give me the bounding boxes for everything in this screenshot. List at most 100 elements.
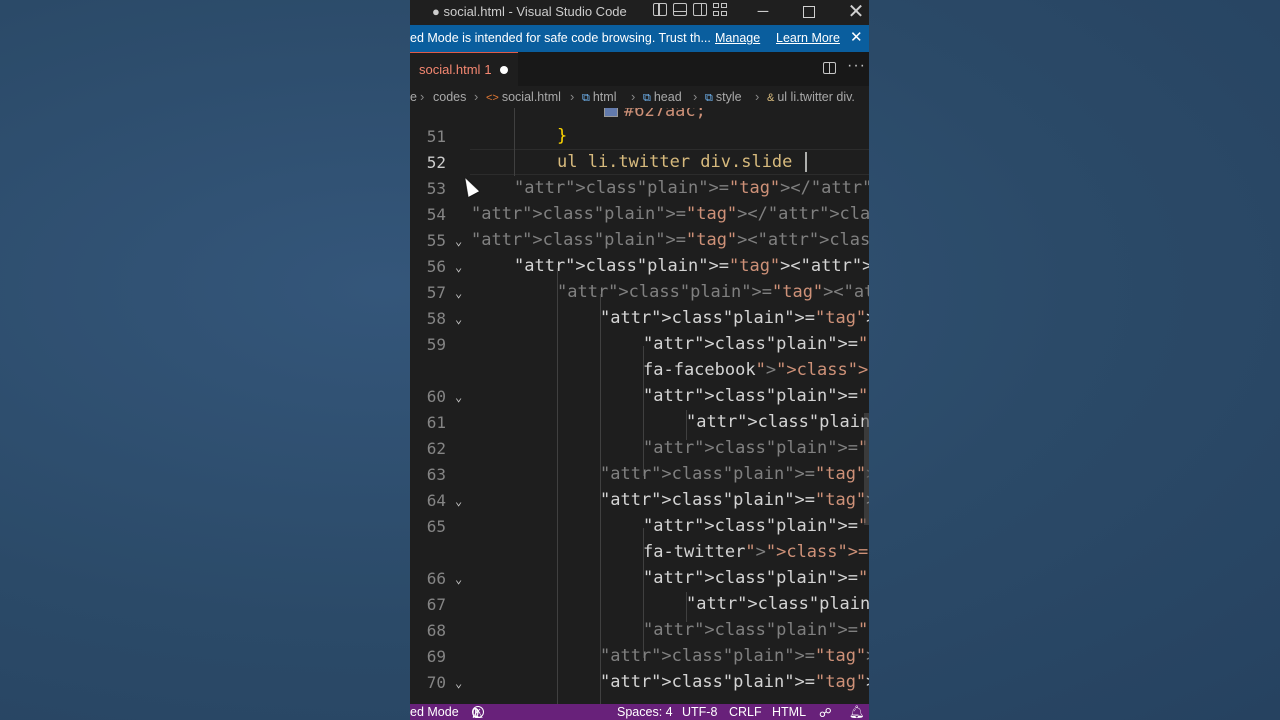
window-title: ● social.html - Visual Studio Code	[432, 4, 627, 19]
breadcrumb-head[interactable]: ⧉ head	[643, 90, 682, 105]
code-line: "attr">class"plain">="tag"></"attr">clas…	[643, 620, 869, 640]
line-number: 63	[426, 465, 446, 484]
code-line: "attr">class"plain">="tag"><"attr">class…	[600, 490, 869, 510]
code-line: "attr">class"plain">="tag"></"attr">clas…	[600, 646, 869, 666]
code-line: "attr">class"plain">="tag"><"attr">class…	[643, 334, 869, 354]
line-number: 53	[426, 179, 446, 198]
maximize-button[interactable]	[786, 0, 832, 25]
code-line: #627aac;	[604, 108, 706, 121]
banner-message: ed Mode is intended for safe code browsi…	[410, 31, 711, 45]
close-icon: ✕	[847, 1, 865, 23]
chevron-right-icon: ›	[474, 89, 479, 104]
line-number: 59	[426, 335, 446, 354]
chevron-down-icon[interactable]: ⌄	[455, 260, 462, 274]
selector-icon: &	[767, 92, 775, 104]
encoding-indicator[interactable]: UTF-8	[682, 705, 717, 719]
code-line: "attr">class"plain">="tag"><"attr">class…	[557, 282, 869, 302]
breadcrumb-folder-root[interactable]: e	[410, 90, 417, 104]
editor-tabs: › social.html1 ···	[410, 52, 869, 87]
code-line: }	[557, 126, 568, 146]
breadcrumb-folder-codes[interactable]: codes	[433, 90, 466, 104]
chevron-down-icon[interactable]: ⌄	[455, 676, 462, 690]
close-window-button[interactable]: ✕	[833, 0, 869, 25]
line-number: 65	[426, 517, 446, 536]
maximize-icon	[803, 6, 815, 19]
chevron-down-icon[interactable]: ⌄	[455, 312, 462, 326]
line-number: 69	[426, 647, 446, 666]
feedback-icon[interactable]: ☍	[819, 705, 832, 720]
more-actions-icon[interactable]: ···	[847, 57, 866, 75]
line-number: 56	[426, 257, 446, 276]
layout-sidebar-icon[interactable]	[653, 3, 667, 16]
code-line-active: ul li.twitter div.slide	[557, 152, 793, 172]
code-line: "attr">class"plain">="tag"><"attr">class…	[600, 308, 869, 328]
code-line: "attr">class"plain">="tag"><"attr">class…	[643, 568, 869, 588]
code-editor[interactable]: #627aac; 51 } 52 ul li.twitter div.slide…	[410, 108, 869, 704]
code-line: "attr">class"plain">="tag"><"attr">class…	[471, 230, 869, 250]
tab-label: social.html	[419, 62, 481, 77]
breadcrumb: e › codes › <> social.html › ⧉ html › ⧉ hea…	[410, 86, 869, 108]
line-number: 55	[426, 231, 446, 250]
eol-indicator[interactable]: CRLF	[729, 705, 762, 719]
element-icon: ⧉	[705, 92, 713, 104]
learn-more-link[interactable]: Learn More	[776, 31, 840, 45]
line-number: 70	[426, 673, 446, 692]
restricted-mode-indicator[interactable]: ed Mode	[410, 705, 459, 719]
code-line: "attr">class"plain">="tag"><"attr">class…	[643, 516, 869, 536]
customize-layout-icon[interactable]	[713, 3, 727, 16]
minimize-button[interactable]: ─	[740, 0, 786, 25]
chevron-right-icon: ›	[693, 89, 698, 104]
element-icon: ⧉	[643, 92, 651, 104]
code-line: "attr">class"plain">="tag"><"attr">class…	[686, 594, 869, 614]
line-number: 58	[426, 309, 446, 328]
layout-controls	[653, 3, 727, 16]
chevron-right-icon: ›	[631, 89, 636, 104]
restricted-mode-banner: ed Mode is intended for safe code browsi…	[410, 25, 869, 52]
status-bar: ed Mode ✕ 1 ⚠ 0 Spaces: 4 UTF-8 CRLF HTM…	[410, 704, 869, 720]
vscode-window: ● social.html - Visual Studio Code ─ ✕ e…	[410, 0, 869, 720]
chevron-down-icon[interactable]: ⌄	[455, 494, 462, 508]
breadcrumb-selector[interactable]: & ul li.twitter div.	[767, 90, 855, 104]
chevron-down-icon[interactable]: ⌄	[455, 572, 462, 586]
breadcrumb-html[interactable]: ⧉ html	[582, 90, 616, 105]
layout-panel-icon[interactable]	[673, 3, 687, 16]
element-icon: ⧉	[582, 92, 590, 104]
chevron-down-icon[interactable]: ⌄	[455, 286, 462, 300]
banner-close-icon[interactable]: ✕	[850, 28, 863, 46]
line-number: 68	[426, 621, 446, 640]
indentation-indicator[interactable]: Spaces: 4	[617, 705, 673, 719]
bell-icon[interactable]: 🔔︎	[849, 705, 865, 720]
chevron-down-icon[interactable]: ⌄	[455, 234, 462, 248]
line-number: 66	[426, 569, 446, 588]
unsaved-dot-icon[interactable]	[500, 66, 508, 74]
code-line: "attr">class"plain">="tag"></"attr">clas…	[643, 438, 869, 458]
chevron-right-icon: ›	[570, 89, 575, 104]
line-number: 51	[426, 127, 446, 146]
color-swatch-icon	[604, 108, 618, 117]
code-line: "attr">class"plain">="tag"></"attr">clas…	[514, 178, 869, 198]
vertical-scrollbar[interactable]	[864, 413, 869, 525]
manage-link[interactable]: Manage	[715, 31, 760, 45]
breadcrumb-file[interactable]: <> social.html	[486, 90, 561, 104]
chevron-right-icon: ›	[420, 89, 425, 104]
code-line: "attr">class"plain">="tag"><"attr">class…	[600, 672, 869, 692]
chevron-down-icon[interactable]: ⌄	[455, 390, 462, 404]
split-editor-icon[interactable]	[823, 62, 836, 74]
line-number: 64	[426, 491, 446, 510]
line-number: 67	[426, 595, 446, 614]
code-line: "attr">class"plain">="tag"></"attr">clas…	[471, 204, 869, 224]
layout-sidebar-right-icon[interactable]	[693, 3, 707, 16]
mouse-pointer-icon	[460, 175, 480, 197]
language-mode-indicator[interactable]: HTML	[772, 705, 806, 719]
tab-error-count: 1	[484, 62, 492, 77]
breadcrumb-style[interactable]: ⧉ style	[705, 90, 742, 105]
code-line-wrapped: fa-facebook">">class">="tag"></">class">…	[643, 360, 869, 380]
line-number: 52	[426, 153, 446, 172]
indent-guide	[514, 108, 515, 176]
html-file-icon: <>	[486, 92, 499, 104]
tab-social-html[interactable]: social.html 1	[410, 52, 518, 87]
line-number: 54	[426, 205, 446, 224]
line-number: 60	[426, 387, 446, 406]
code-line-wrapped: fa-twitter">">class">="tag"></">class">=…	[643, 542, 869, 562]
code-line: "attr">class"plain">="tag"><"attr">class…	[514, 256, 869, 276]
